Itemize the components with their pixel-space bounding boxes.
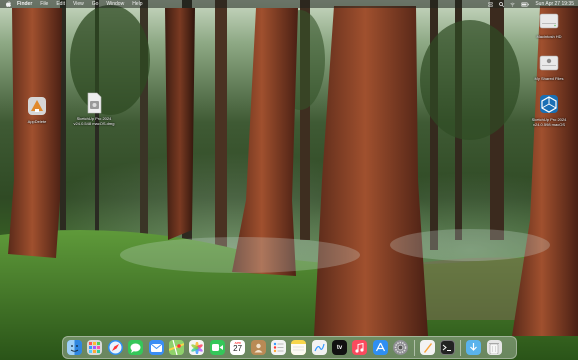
disk-image-icon	[83, 92, 105, 114]
desktop-icon-sublabel: v24.0.548 macOS.dmg	[73, 121, 115, 126]
messages-icon	[130, 343, 141, 353]
dock-app-store[interactable]	[372, 340, 388, 355]
dock-music[interactable]	[352, 340, 368, 355]
dock: APR 27 tv	[62, 336, 517, 359]
desktop-icon-appdelete[interactable]: AppDelete	[14, 95, 60, 124]
launchpad-icon	[89, 342, 101, 353]
facetime-icon	[211, 344, 223, 351]
freeform-icon	[314, 343, 325, 352]
dock-facetime[interactable]	[209, 340, 225, 355]
desktop-wallpaper	[0, 0, 578, 360]
shared-drive-icon	[538, 52, 560, 74]
menu-app-name[interactable]: Finder	[17, 1, 32, 7]
finder-icon	[67, 340, 82, 355]
dock-trash[interactable]	[486, 340, 502, 355]
downloads-folder-icon	[470, 343, 478, 351]
dock-apple-tv[interactable]: tv	[332, 340, 348, 355]
music-icon	[355, 342, 365, 353]
dock-freeform[interactable]	[311, 340, 327, 355]
dock-downloads[interactable]	[466, 340, 482, 355]
desktop-icon-shared-files[interactable]: My Shared Files	[526, 52, 572, 81]
dock-notes[interactable]	[291, 340, 307, 355]
dock-maps[interactable]	[168, 340, 184, 355]
desktop-icon-label: My Shared Files	[534, 76, 564, 81]
dock-separator	[413, 339, 415, 356]
pages-icon	[423, 343, 432, 353]
dock-safari[interactable]	[107, 340, 123, 355]
hard-drive-icon	[538, 10, 560, 32]
dock-finder[interactable]	[67, 340, 82, 355]
reminders-icon	[273, 342, 284, 353]
terminal-icon	[442, 344, 452, 351]
menu-edit[interactable]: Edit	[56, 1, 65, 7]
dock-photos[interactable]	[189, 340, 205, 355]
desktop-icon-macintosh-hd[interactable]: Macintosh HD	[526, 10, 572, 39]
dock-calendar[interactable]: APR 27	[230, 340, 246, 355]
dock-mail[interactable]	[148, 340, 164, 355]
menu-go[interactable]: Go	[92, 1, 99, 7]
menu-file[interactable]: File	[40, 1, 48, 7]
menu-bar: Finder File Edit View Go Window Help Sun…	[0, 0, 578, 8]
dock-reminders[interactable]	[270, 340, 286, 355]
desktop-icon-label: Macintosh HD	[536, 34, 562, 39]
calendar-day: 27	[233, 344, 243, 353]
sketchup-icon	[538, 93, 560, 115]
spotlight-icon[interactable]	[499, 1, 505, 7]
battery-icon[interactable]	[521, 2, 530, 7]
mail-icon	[150, 343, 162, 352]
settings-icon	[394, 341, 407, 354]
desktop-icon-sketchup-app[interactable]: SketchUp Pro 2024 v24.0.598 macOS	[526, 93, 572, 127]
menu-window[interactable]: Window	[106, 1, 124, 7]
maps-icon	[168, 340, 184, 355]
menu-clock[interactable]: Sun Apr 27 19:35	[535, 1, 574, 7]
trash-icon	[489, 342, 500, 354]
notes-icon	[291, 344, 307, 355]
app-delete-icon	[26, 95, 48, 117]
desktop-icon-sketchup-dmg[interactable]: SketchUp Pro 2024 v24.0.548 macOS.dmg	[71, 92, 117, 126]
dock-launchpad[interactable]	[87, 340, 103, 355]
menu-view[interactable]: View	[73, 1, 84, 7]
safari-icon	[109, 341, 122, 354]
menu-help[interactable]: Help	[132, 1, 142, 7]
dock-messages[interactable]	[128, 340, 144, 355]
dock-separator	[460, 339, 462, 356]
wifi-icon[interactable]	[510, 2, 516, 7]
dock-contacts[interactable]	[250, 340, 266, 355]
redwood-forest-scene	[0, 0, 578, 360]
contacts-icon	[254, 343, 263, 353]
photos-icon	[191, 341, 203, 354]
dock-pages[interactable]	[419, 340, 435, 355]
apple-menu-icon[interactable]	[5, 1, 11, 7]
desktop-icon-label: AppDelete	[27, 119, 47, 124]
desktop-icon-sublabel: v24.0.598 macOS	[532, 122, 566, 127]
dock-terminal[interactable]	[440, 340, 456, 355]
tv-icon: tv	[336, 344, 343, 351]
control-center-icon[interactable]	[488, 1, 494, 7]
app-store-icon	[375, 342, 385, 352]
dock-system-settings[interactable]	[393, 340, 409, 355]
